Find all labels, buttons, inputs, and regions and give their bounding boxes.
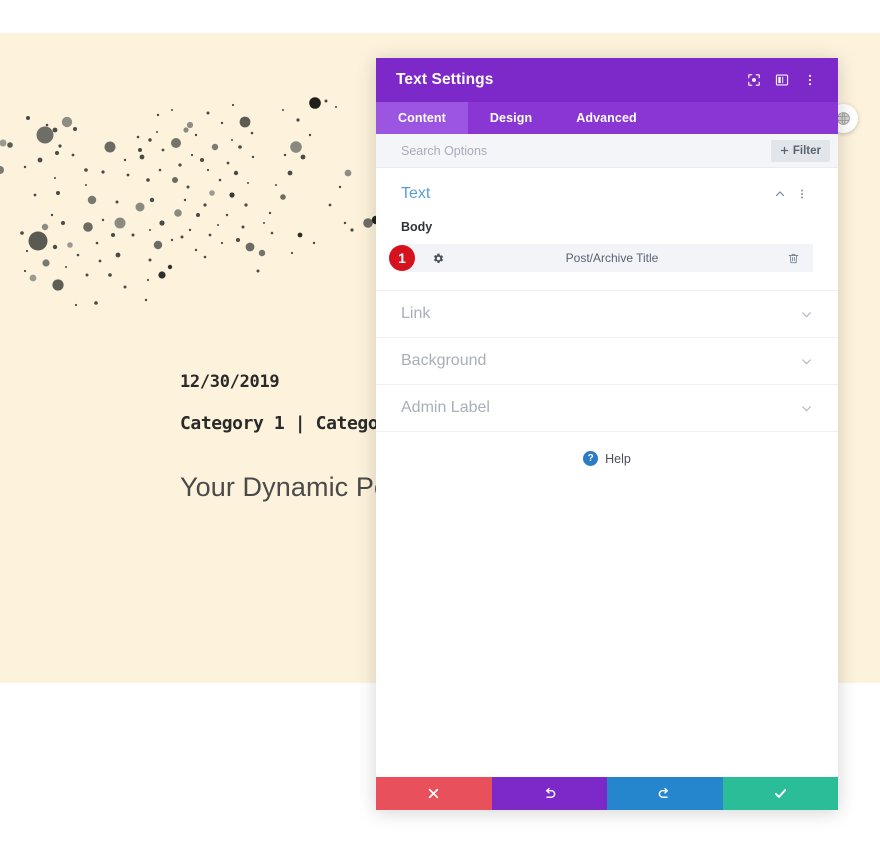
modal-title: Text Settings (396, 71, 494, 88)
text-section-collapse-button[interactable] (769, 183, 791, 205)
panel-layout-icon (775, 74, 789, 86)
save-button[interactable] (722, 777, 838, 810)
help-label: Help (605, 451, 631, 466)
tab-design[interactable]: Design (468, 102, 554, 134)
section-link[interactable]: Link (376, 290, 838, 337)
chevron-down-icon (802, 405, 811, 412)
focus-target-icon (748, 74, 760, 86)
dynamic-content-row[interactable]: 1 Post/Archive Title (389, 244, 813, 272)
section-background[interactable]: Background (376, 337, 838, 384)
chevron-up-icon (775, 191, 785, 197)
section-link-label: Link (401, 305, 431, 322)
checkmark-icon (774, 789, 786, 798)
undo-icon (545, 787, 556, 798)
body-field-label: Body (401, 220, 433, 234)
dynamic-settings-button[interactable] (429, 249, 447, 267)
post-categories: Category 1 | Category (180, 413, 400, 434)
redo-button[interactable] (607, 777, 723, 810)
post-title: Your Dynamic Pos (180, 472, 403, 502)
gear-icon (433, 253, 443, 263)
filter-label: Filter (792, 144, 821, 157)
dynamic-delete-button[interactable] (783, 248, 803, 268)
tab-content[interactable]: Content (376, 102, 468, 134)
text-section-title: Text (401, 185, 431, 202)
modal-footer (376, 777, 838, 810)
modal-more-options-button[interactable] (796, 66, 824, 94)
more-options-icon (801, 189, 803, 199)
dynamic-content-value: Post/Archive Title (565, 251, 659, 265)
text-section: Text Body 1 Post/Archive Title (376, 168, 838, 290)
focus-target-button[interactable] (740, 66, 768, 94)
close-x-icon (429, 788, 439, 799)
trash-icon (788, 253, 798, 263)
section-admin-label-label: Admin Label (401, 399, 490, 416)
section-admin-label[interactable]: Admin Label (376, 384, 838, 431)
modal-body: Text Body 1 Post/Archive Title Link Back… (376, 168, 838, 777)
undo-button[interactable] (491, 777, 607, 810)
chevron-down-icon (802, 358, 811, 365)
modal-tabs: Content Design Advanced (376, 102, 838, 134)
chevron-down-icon (802, 311, 811, 318)
step-badge-1: 1 (389, 245, 415, 271)
text-section-header: Text (401, 182, 813, 206)
search-input[interactable] (401, 143, 771, 158)
screenshot-root: 12/30/2019 Category 1 | Category Your Dy… (0, 0, 880, 843)
text-settings-modal: Text Settings Content Design Advanced Se… (376, 58, 838, 810)
globe-icon (837, 112, 850, 125)
plus-icon (780, 146, 789, 155)
cancel-button[interactable] (376, 777, 492, 810)
help-button[interactable]: ? Help (376, 431, 838, 485)
redo-icon (658, 787, 669, 798)
post-date: 12/30/2019 (180, 372, 280, 392)
text-section-menu-button[interactable] (791, 183, 813, 205)
modal-header: Text Settings (376, 58, 838, 102)
panel-layout-button[interactable] (768, 66, 796, 94)
search-row: Filter (376, 134, 838, 168)
section-background-label: Background (401, 352, 487, 369)
tab-advanced[interactable]: Advanced (554, 102, 659, 134)
more-options-icon (808, 74, 812, 86)
filter-button[interactable]: Filter (770, 139, 830, 162)
help-icon: ? (583, 451, 599, 466)
